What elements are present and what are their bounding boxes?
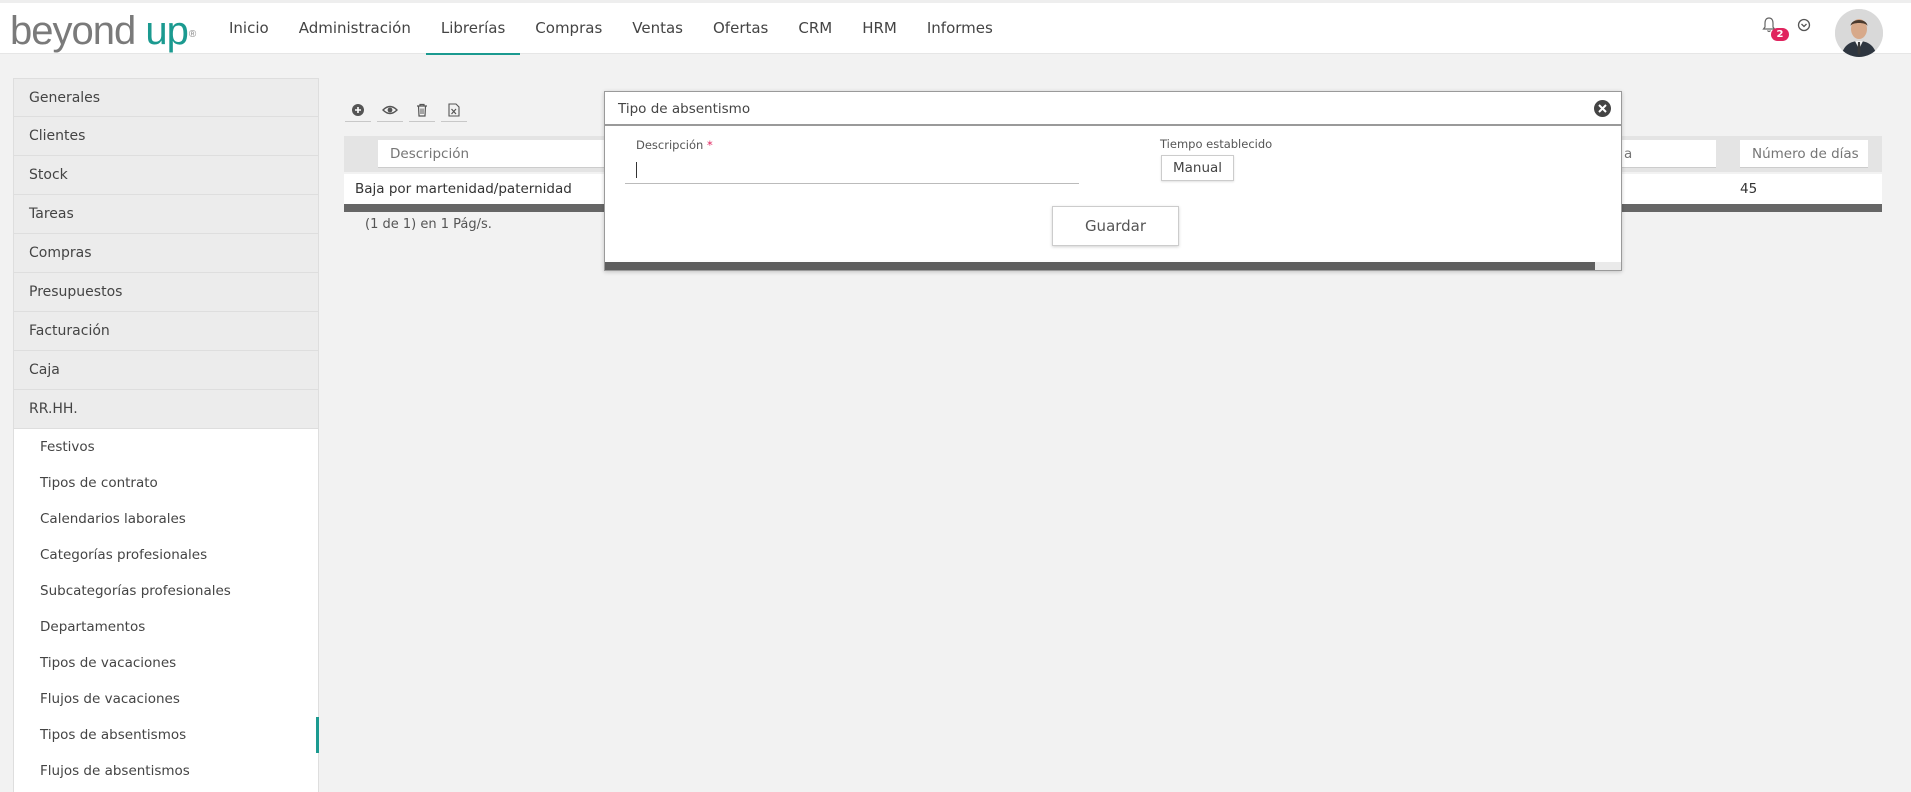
required-mark: * <box>706 138 713 152</box>
grid-toolbar <box>345 98 467 122</box>
save-button[interactable]: Guardar <box>1052 206 1179 246</box>
sidebar-subitem-tipos-vacaciones[interactable]: Tipos de vacaciones <box>14 645 318 681</box>
dialog-scrollbar[interactable] <box>605 262 1621 270</box>
delete-button[interactable] <box>409 98 435 122</box>
sidebar-item-tareas[interactable]: Tareas <box>13 195 319 234</box>
beyond-up-logo[interactable]: beyond up® <box>10 9 196 53</box>
sidebar: Generales Clientes Stock Tareas Compras … <box>13 78 319 792</box>
descripcion-label: Descripción * <box>636 138 713 152</box>
sidebar-subitem-flujos-vacaciones[interactable]: Flujos de vacaciones <box>14 681 318 717</box>
sidebar-subitem-tipos-absentismos[interactable]: Tipos de absentismos <box>14 717 319 753</box>
row-numero-dias: 45 <box>1740 181 1758 197</box>
descripcion-filter-input[interactable] <box>378 140 618 168</box>
row-descripcion: Baja por martenidad/paternidad <box>355 181 572 197</box>
nav-informes[interactable]: Informes <box>912 3 1008 55</box>
logo-text-beyond: beyond <box>10 9 136 53</box>
sidebar-item-stock[interactable]: Stock <box>13 156 319 195</box>
pager-info: (1 de 1) en 1 Pág/s. <box>365 217 492 232</box>
sidebar-subitem-calendarios-laborales[interactable]: Calendarios laborales <box>14 501 318 537</box>
manual-button[interactable]: Manual <box>1161 155 1234 181</box>
nav-inicio[interactable]: Inicio <box>214 3 284 55</box>
user-photo-icon <box>1835 9 1883 57</box>
nav-crm[interactable]: CRM <box>783 3 847 55</box>
notification-badge: 2 <box>1771 28 1789 41</box>
sidebar-item-caja[interactable]: Caja <box>13 351 319 390</box>
tipo-absentismo-dialog: Tipo de absentismo Descripción * Tiempo … <box>604 91 1622 271</box>
sidebar-item-compras[interactable]: Compras <box>13 234 319 273</box>
view-button[interactable] <box>377 98 403 122</box>
sidebar-item-rrhh[interactable]: RR.HH. <box>13 390 319 429</box>
text-caret <box>636 162 637 178</box>
delete-icon <box>417 103 427 117</box>
descripcion-input[interactable] <box>625 156 1079 184</box>
top-bar: beyond up® Inicio Administración Librerí… <box>0 0 1911 57</box>
sidebar-subitem-subcategorias-profesionales[interactable]: Subcategorías profesionales <box>14 573 318 609</box>
nav-librerias[interactable]: Librerías <box>425 3 521 55</box>
view-icon <box>382 105 398 114</box>
dialog-title: Tipo de absentismo <box>618 101 751 117</box>
sidebar-rrhh-submenu: Festivos Tipos de contrato Calendarios l… <box>13 429 319 792</box>
sidebar-item-clientes[interactable]: Clientes <box>13 117 319 156</box>
logo-text-up: up <box>145 9 188 53</box>
excel-export-icon <box>448 102 460 117</box>
column-filter-input[interactable] <box>1612 140 1716 168</box>
logo-registered-mark: ® <box>188 29 196 40</box>
user-avatar[interactable] <box>1835 9 1883 57</box>
chevron-down-circle-icon[interactable] <box>1797 18 1811 32</box>
tiempo-establecido-label: Tiempo establecido <box>1160 137 1273 151</box>
dialog-scrollbar-thumb[interactable] <box>605 262 1595 270</box>
sidebar-item-facturacion[interactable]: Facturación <box>13 312 319 351</box>
sidebar-item-presupuestos[interactable]: Presupuestos <box>13 273 319 312</box>
sidebar-subitem-categorias-profesionales[interactable]: Categorías profesionales <box>14 537 318 573</box>
sidebar-subitem-tipos-contrato[interactable]: Tipos de contrato <box>14 465 318 501</box>
nav-administracion[interactable]: Administración <box>284 3 426 55</box>
numero-dias-filter-input[interactable] <box>1740 140 1868 168</box>
add-icon <box>352 103 364 116</box>
nav-hrm[interactable]: HRM <box>847 3 912 55</box>
descripcion-label-text: Descripción <box>636 138 704 152</box>
sidebar-item-generales[interactable]: Generales <box>13 78 319 117</box>
sidebar-subitem-departamentos[interactable]: Departamentos <box>14 609 318 645</box>
main-nav: Inicio Administración Librerías Compras … <box>214 3 1008 55</box>
nav-compras[interactable]: Compras <box>520 3 617 55</box>
excel-export-button[interactable] <box>441 98 467 122</box>
sidebar-subitem-festivos[interactable]: Festivos <box>14 429 318 465</box>
nav-ofertas[interactable]: Ofertas <box>698 3 783 55</box>
dialog-header: Tipo de absentismo <box>605 92 1621 126</box>
sidebar-subitem-flujos-absentismos[interactable]: Flujos de absentismos <box>14 753 318 789</box>
add-button[interactable] <box>345 98 371 122</box>
nav-ventas[interactable]: Ventas <box>617 3 698 55</box>
close-icon[interactable] <box>1593 99 1612 118</box>
